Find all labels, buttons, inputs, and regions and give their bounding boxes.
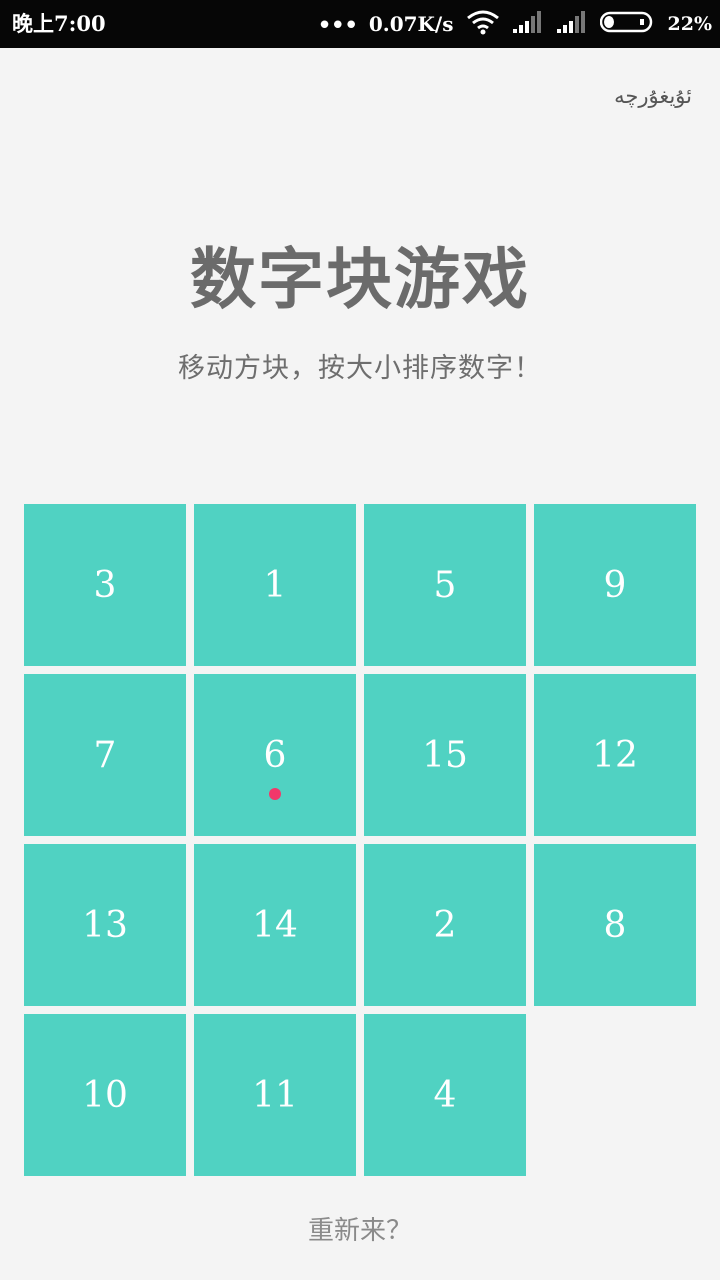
tile-6[interactable]: 6: [194, 674, 356, 836]
status-time: 晚上7:00: [12, 11, 106, 36]
tile-number: 6: [263, 734, 287, 776]
tile-number: 13: [82, 904, 128, 946]
network-speed: 0.07K/s: [368, 12, 454, 36]
tile-14[interactable]: 14: [194, 844, 356, 1006]
tile-number: 7: [93, 734, 117, 776]
tile-number: 4: [433, 1074, 457, 1116]
tile-number: 14: [252, 904, 298, 946]
tile-5[interactable]: 5: [364, 504, 526, 666]
battery-percent: 22%: [667, 13, 713, 35]
tile-13[interactable]: 13: [24, 844, 186, 1006]
tile-1[interactable]: 1: [194, 504, 356, 666]
tile-15[interactable]: 15: [364, 674, 526, 836]
puzzle-board: 3 1 5 9 7 6 15 12 13 14 2 8 10 11 4: [24, 504, 696, 1176]
tile-number: 2: [433, 904, 457, 946]
tile-10[interactable]: 10: [24, 1014, 186, 1176]
tile-number: 9: [603, 564, 627, 606]
battery-icon: [599, 11, 656, 37]
tile-number: 1: [263, 564, 287, 606]
wifi-icon: [466, 9, 500, 39]
tile-number: 3: [93, 564, 117, 606]
tile-3[interactable]: 3: [24, 504, 186, 666]
tile-number: 12: [592, 734, 638, 776]
tile-11[interactable]: 11: [194, 1014, 356, 1176]
signal-icon: [512, 10, 544, 38]
tile-2[interactable]: 2: [364, 844, 526, 1006]
restart-button[interactable]: 重新来？: [0, 1210, 720, 1247]
tile-7[interactable]: 7: [24, 674, 186, 836]
page-subtitle: 移动方块，按大小排序数字！: [178, 353, 542, 384]
tile-12[interactable]: 12: [534, 674, 696, 836]
tile-number: 10: [82, 1074, 128, 1116]
status-right-group: ••• 0.07K/s 22%: [317, 0, 712, 48]
tile-number: 5: [433, 564, 457, 606]
notification-dots-icon: •••: [316, 11, 359, 41]
tile-number: 8: [603, 904, 627, 946]
tile-4[interactable]: 4: [364, 1014, 526, 1176]
tile-9[interactable]: 9: [534, 504, 696, 666]
tile-number: 11: [252, 1074, 298, 1116]
tile-marker-dot-icon: [269, 788, 281, 800]
status-bar: 晚上7:00 ••• 0.07K/s 22%: [0, 0, 720, 48]
signal-icon: [556, 10, 588, 38]
tile-8[interactable]: 8: [534, 844, 696, 1006]
tile-number: 15: [422, 734, 468, 776]
page-title: 数字块游戏: [190, 241, 530, 318]
language-switch-link[interactable]: ئۇيغۇرچە: [614, 84, 692, 108]
